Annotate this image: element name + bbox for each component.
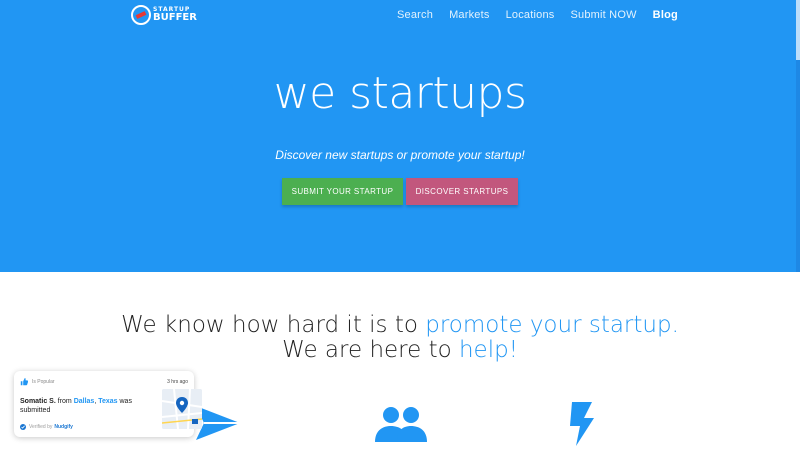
people-icon xyxy=(375,407,427,442)
hero-subtitle: Discover new startups or promote your st… xyxy=(275,148,525,162)
main-nav: Search Markets Locations Submit NOW Blog xyxy=(397,9,678,23)
notification-message: Somatic S. from Dallas, Texas was submit… xyxy=(20,397,138,415)
social-proof-notification[interactable]: Is Popular 3 hrs ago Somatic S. from Dal… xyxy=(14,371,202,437)
logo-mark-icon xyxy=(131,5,151,25)
tagline-text-2: We are here to xyxy=(282,337,459,363)
section-tagline: We know how hard it is to promote your s… xyxy=(100,313,700,363)
nav-search[interactable]: Search xyxy=(397,9,433,23)
location-map-thumbnail xyxy=(162,389,202,429)
notification-time: 3 hrs ago xyxy=(167,379,188,385)
verified-check-icon xyxy=(20,424,26,430)
thumbs-up-icon xyxy=(20,378,28,386)
hero-section: STARTUP BUFFER Search Markets Locations … xyxy=(0,0,800,272)
nav-markets[interactable]: Markets xyxy=(449,9,490,23)
notification-state: Texas xyxy=(98,398,118,405)
notification-label: Is Popular xyxy=(32,379,55,385)
scrollbar-thumb[interactable] xyxy=(796,0,800,60)
tagline-highlight-1: promote your startup. xyxy=(425,312,679,338)
verified-brand: Nudgify xyxy=(54,424,73,430)
lightning-bolt-icon xyxy=(570,402,594,446)
hero-title: we startups xyxy=(273,68,527,119)
notification-from: from xyxy=(55,398,74,405)
verified-label: Verified by xyxy=(29,424,53,430)
nav-locations[interactable]: Locations xyxy=(506,9,555,23)
verified-badge: Verified by Nudgify xyxy=(20,424,73,430)
tagline-highlight-2: help! xyxy=(458,337,518,363)
scrollbar[interactable] xyxy=(796,0,800,272)
map-graphic xyxy=(162,389,202,429)
notification-name: Somatic S. xyxy=(20,398,56,405)
tagline-text-1: We know how hard it is to xyxy=(121,312,426,338)
submit-startup-button[interactable]: SUBMIT YOUR STARTUP xyxy=(282,178,403,205)
discover-startups-button[interactable]: DISCOVER STARTUPS xyxy=(406,178,518,205)
nav-blog[interactable]: Blog xyxy=(653,9,678,23)
notification-city: Dallas xyxy=(73,398,95,405)
logo[interactable]: STARTUP BUFFER xyxy=(131,4,197,26)
nav-submit-now[interactable]: Submit NOW xyxy=(570,9,636,23)
logo-bottom-text: BUFFER xyxy=(153,12,197,23)
